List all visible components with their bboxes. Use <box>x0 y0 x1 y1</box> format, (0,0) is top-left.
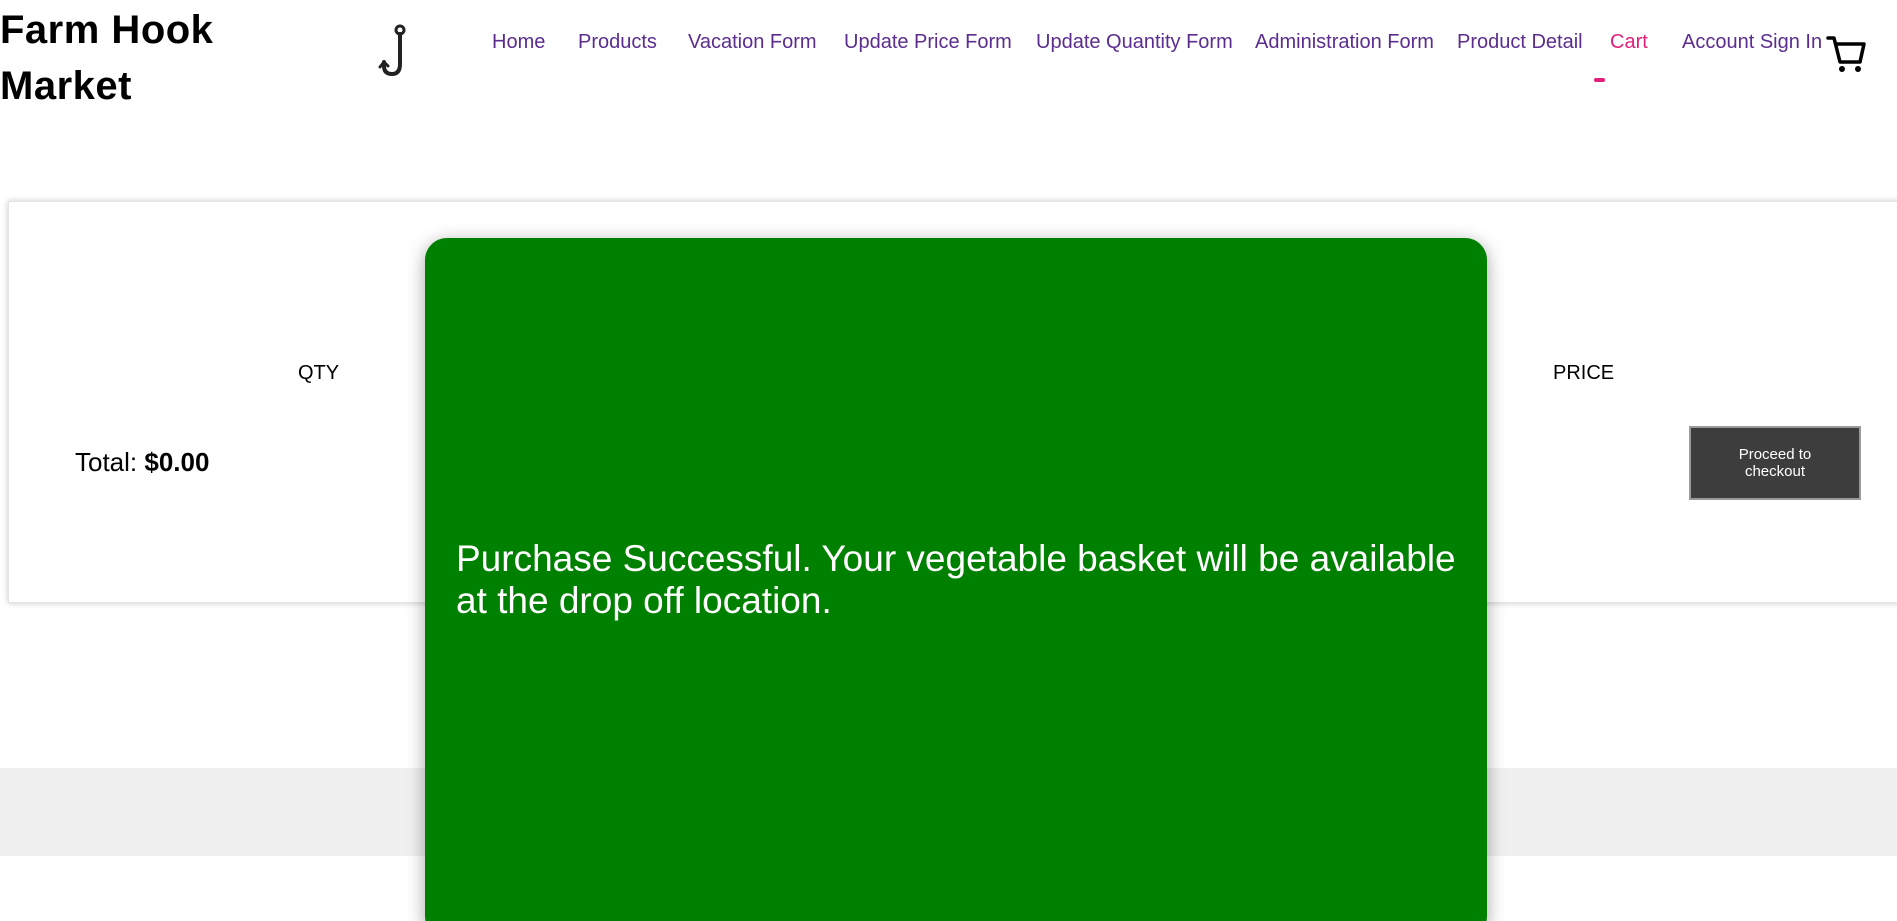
nav-update-price-form[interactable]: Update Price Form <box>844 28 1012 56</box>
shopping-cart-icon[interactable] <box>1826 32 1866 74</box>
qty-column-header: QTY <box>298 362 340 384</box>
nav-home[interactable]: Home <box>492 28 545 56</box>
nav-vacation-form[interactable]: Vacation Form <box>688 28 817 56</box>
proceed-to-checkout-button[interactable]: Proceed to checkout <box>1689 426 1861 500</box>
brand-name[interactable]: Farm Hook Market <box>0 2 300 114</box>
purchase-success-modal[interactable]: Purchase Successful. Your vegetable bask… <box>425 238 1487 921</box>
nav-administration-form[interactable]: Administration Form <box>1255 28 1434 56</box>
total-value: $0.00 <box>144 447 210 477</box>
nav-product-detail[interactable]: Product Detail <box>1457 28 1583 56</box>
total-label: Total: <box>75 447 138 477</box>
page: Farm Hook Market Home Products Vacation … <box>0 0 1897 921</box>
nav-update-quantity-form[interactable]: Update Quantity Form <box>1036 28 1233 56</box>
nav-cart[interactable]: Cart <box>1610 28 1648 56</box>
cart-total: Total: $0.00 <box>75 447 209 478</box>
active-nav-indicator <box>1594 78 1605 82</box>
price-column-header: PRICE <box>1553 362 1615 384</box>
purchase-success-message: Purchase Successful. Your vegetable bask… <box>456 538 1456 621</box>
fish-hook-icon <box>378 24 406 77</box>
nav-products[interactable]: Products <box>578 28 657 56</box>
nav-account-sign-in[interactable]: Account Sign In <box>1682 28 1822 56</box>
